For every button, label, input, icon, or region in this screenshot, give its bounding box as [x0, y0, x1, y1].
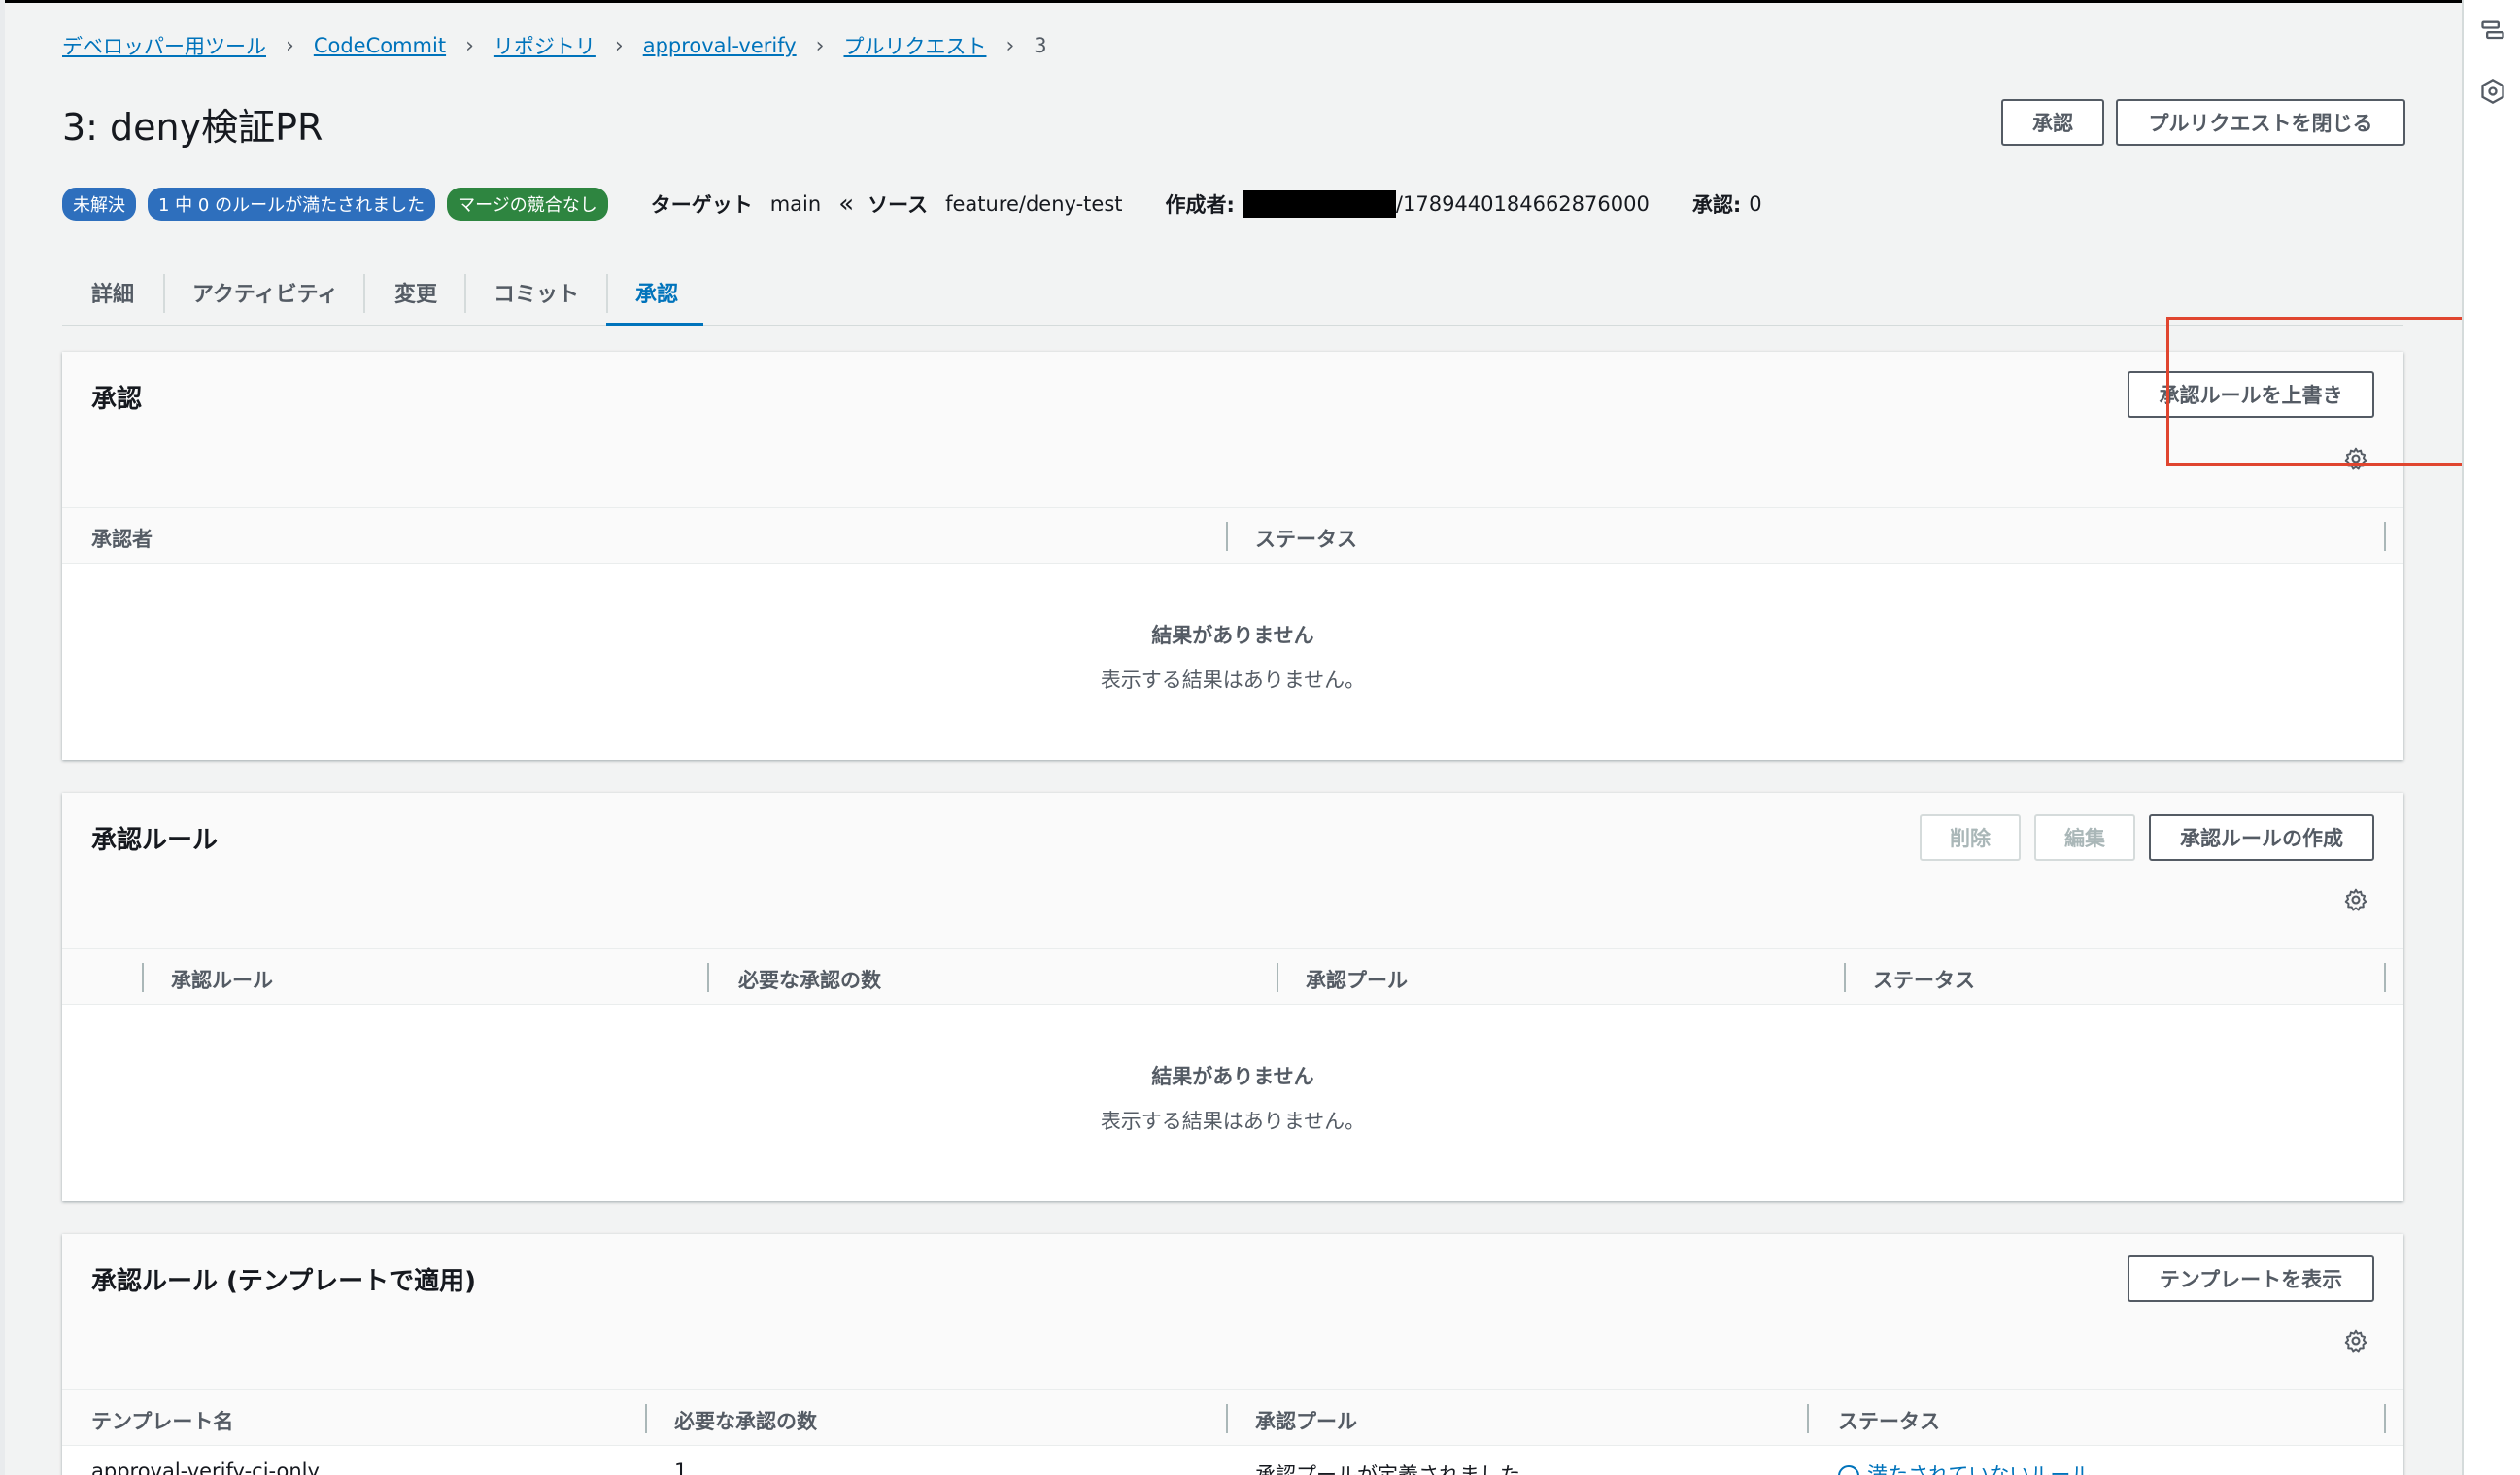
- create-approval-rule-button[interactable]: 承認ルールの作成: [2149, 814, 2374, 861]
- author-suffix: /1789440184662876000: [1395, 192, 1650, 216]
- template-rules-panel-header: 承認ルール (テンプレートで適用) テンプレートを表示: [62, 1234, 2403, 1389]
- status-badge-rules: 1 中 0 のルールが満たされました: [148, 188, 436, 221]
- unmet-rule-link[interactable]: 満たされていないルール: [1867, 1463, 2091, 1475]
- column-approval-pool[interactable]: 承認プール: [1255, 1406, 1357, 1435]
- template-rules-table-header: テンプレート名 必要な承認の数 承認プール ステータス: [62, 1389, 2403, 1446]
- gear-icon[interactable]: [2343, 1328, 2368, 1354]
- template-rules-panel: 承認ルール (テンプレートで適用) テンプレートを表示 テンプレート名 必要な承…: [62, 1234, 2403, 1475]
- breadcrumb-repository[interactable]: approval-verify: [643, 34, 797, 57]
- required-approvals-cell: 1: [674, 1459, 688, 1475]
- column-status[interactable]: ステータス: [1873, 965, 1975, 994]
- right-utility-rail: [2462, 0, 2520, 1475]
- empty-state-message: 表示する結果はありません。: [1100, 1110, 1366, 1133]
- delete-rule-button[interactable]: 削除: [1920, 814, 2021, 861]
- empty-state-title: 結果がありません: [1151, 1065, 1314, 1088]
- info-icon: …: [1838, 1465, 1859, 1475]
- tab-divider: [363, 274, 365, 313]
- chevron-right-icon: ›: [465, 33, 474, 58]
- chevron-right-icon: ›: [286, 33, 294, 58]
- status-badge-merge: マージの競合なし: [447, 188, 608, 221]
- double-chevron-left-icon: «: [838, 189, 855, 219]
- breadcrumb-pull-requests[interactable]: プルリクエスト: [843, 31, 986, 60]
- tab-divider: [163, 274, 165, 313]
- settings-hex-icon[interactable]: [2479, 78, 2506, 105]
- column-required-approvals[interactable]: 必要な承認の数: [674, 1406, 817, 1435]
- column-divider[interactable]: [2384, 963, 2386, 992]
- approvals-table-header: 承認者 ステータス: [62, 507, 2403, 564]
- pr-meta-row: 未解決 1 中 0 のルールが満たされました マージの競合なし ターゲット ma…: [62, 188, 1780, 221]
- tab-changes[interactable]: 変更: [394, 258, 437, 326]
- approval-rules-panel-title: 承認ルール: [91, 826, 219, 855]
- column-divider[interactable]: [1226, 522, 1228, 551]
- column-divider[interactable]: [2384, 1404, 2386, 1433]
- approval-rules-panel-header: 承認ルール 削除 編集 承認ルールの作成: [62, 793, 2403, 948]
- tab-approvals[interactable]: 承認: [635, 258, 678, 326]
- status-cell: … 満たされていないルール: [1838, 1459, 2091, 1475]
- tab-divider: [464, 274, 466, 313]
- approvals-label: 承認:: [1691, 193, 1742, 217]
- approvals-count: 0: [1749, 192, 1762, 216]
- column-divider[interactable]: [142, 963, 144, 992]
- tab-activity[interactable]: アクティビティ: [192, 258, 338, 326]
- close-pull-request-button[interactable]: プルリクエストを閉じる: [2116, 99, 2405, 146]
- approvals-panel-title: 承認: [91, 385, 143, 414]
- top-border: [0, 0, 2520, 3]
- approvals-panel-header: 承認 承認ルールを上書き: [62, 352, 2403, 507]
- tab-commits[interactable]: コミット: [494, 258, 579, 326]
- column-approver[interactable]: 承認者: [91, 524, 153, 553]
- tab-divider: [606, 274, 608, 313]
- column-approval-rule[interactable]: 承認ルール: [171, 965, 273, 994]
- column-status[interactable]: ステータス: [1255, 524, 1357, 553]
- column-divider[interactable]: [1844, 963, 1846, 992]
- view-template-button[interactable]: テンプレートを表示: [2128, 1255, 2374, 1302]
- template-name-cell: approval-verify-ci-only: [91, 1459, 320, 1475]
- empty-state-title: 結果がありません: [1151, 624, 1314, 647]
- column-divider[interactable]: [645, 1404, 647, 1433]
- approvals-panel: 承認 承認ルールを上書き 承認者 ステータス 結果がありません 表示する結果はあ…: [62, 352, 2403, 760]
- target-label: ターゲット: [650, 193, 753, 217]
- column-divider[interactable]: [2384, 522, 2386, 551]
- column-required-approvals[interactable]: 必要な承認の数: [738, 965, 881, 994]
- breadcrumb-current: 3: [1034, 34, 1047, 57]
- source-label: ソース: [868, 193, 929, 217]
- page-title: 3: deny検証PR: [62, 106, 324, 149]
- gear-icon[interactable]: [2343, 887, 2368, 912]
- column-approval-pool[interactable]: 承認プール: [1306, 965, 1408, 994]
- column-template-name[interactable]: テンプレート名: [91, 1406, 233, 1435]
- approval-rules-panel: 承認ルール 削除 編集 承認ルールの作成 承認ルール 必要な承認の数 承認プール…: [62, 793, 2403, 1201]
- redacted-author: [1242, 190, 1396, 218]
- breadcrumb-codecommit[interactable]: CodeCommit: [314, 34, 446, 57]
- source-value: feature/deny-test: [945, 192, 1123, 216]
- breadcrumb-repositories[interactable]: リポジトリ: [494, 31, 596, 60]
- approval-rules-table-header: 承認ルール 必要な承認の数 承認プール ステータス: [62, 948, 2403, 1005]
- approval-pool-cell: 承認プールが定義されました: [1255, 1463, 1520, 1475]
- column-status[interactable]: ステータス: [1838, 1406, 1940, 1435]
- breadcrumb: デベロッパー用ツール › CodeCommit › リポジトリ › approv…: [62, 31, 1047, 60]
- template-rules-panel-title: 承認ルール (テンプレートで適用): [91, 1267, 477, 1296]
- active-tab-indicator: [606, 323, 703, 326]
- target-value: main: [769, 192, 822, 216]
- status-badge-open: 未解決: [62, 188, 136, 221]
- column-divider[interactable]: [1807, 1404, 1809, 1433]
- chevron-right-icon: ›: [614, 33, 624, 58]
- left-border: [0, 0, 5, 1475]
- author-label: 作成者:: [1165, 193, 1235, 217]
- empty-state-message: 表示する結果はありません。: [1100, 669, 1366, 692]
- edit-rule-button[interactable]: 編集: [2034, 814, 2135, 861]
- tab-details[interactable]: 詳細: [91, 258, 134, 326]
- tabs: 詳細 アクティビティ 変更 コミット 承認: [62, 258, 2403, 326]
- breadcrumb-developer-tools[interactable]: デベロッパー用ツール: [62, 31, 266, 60]
- column-divider[interactable]: [707, 963, 709, 992]
- notifications-icon[interactable]: [2479, 17, 2506, 45]
- highlight-annotation: [2166, 317, 2466, 466]
- column-divider[interactable]: [1277, 963, 1278, 992]
- approve-button[interactable]: 承認: [2001, 99, 2104, 146]
- column-divider[interactable]: [1226, 1404, 1228, 1433]
- chevron-right-icon: ›: [1005, 33, 1015, 58]
- chevron-right-icon: ›: [815, 33, 825, 58]
